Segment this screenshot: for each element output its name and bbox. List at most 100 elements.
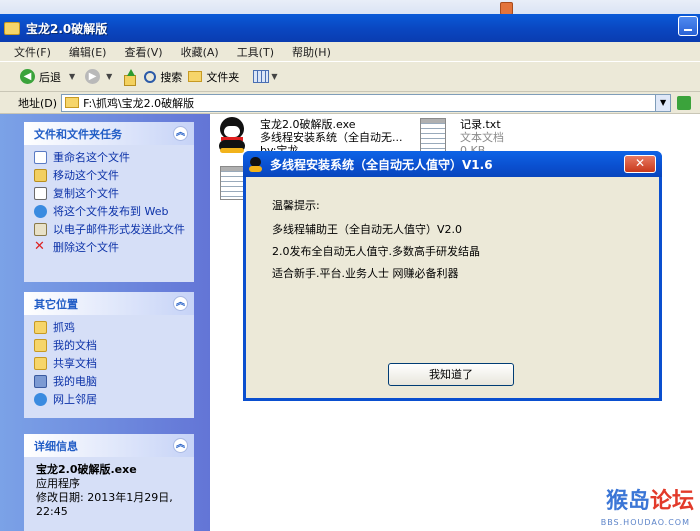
menu-edit[interactable]: 编辑(E) — [69, 44, 107, 60]
delete-icon: ✕ — [34, 239, 45, 254]
documents-icon — [34, 339, 47, 352]
detail-modified-time: 22:45 — [36, 505, 68, 518]
menu-bar: 文件(F) 编辑(E) 查看(V) 收藏(A) 工具(T) 帮助(H) — [0, 42, 700, 62]
dialog-title: 多线程安装系统（全自动无人值守）V1.6 — [270, 157, 493, 172]
qq-penguin-icon[interactable] — [216, 117, 248, 153]
task-label: 重命名这个文件 — [53, 151, 130, 164]
task-label: 以电子邮件形式发送此文件 — [53, 223, 185, 236]
rename-icon — [34, 151, 47, 164]
forward-dropdown-icon[interactable]: ▼ — [106, 72, 112, 81]
details-title: 详细信息 — [34, 439, 78, 453]
task-label: 移动这个文件 — [53, 169, 119, 182]
file-name: 宝龙2.0破解版.exe — [260, 118, 356, 131]
forward-button[interactable]: ▶ — [85, 69, 101, 84]
task-move[interactable]: 移动这个文件 — [34, 169, 186, 182]
file-tasks-title: 文件和文件夹任务 — [34, 127, 122, 141]
collapse-chevron-icon[interactable]: ︽ — [173, 438, 188, 453]
address-dropdown-icon[interactable]: ▼ — [655, 94, 671, 111]
task-label: 删除这个文件 — [53, 241, 119, 254]
folder-icon — [65, 97, 80, 108]
back-arrow-icon: ◀ — [20, 69, 35, 84]
go-button[interactable] — [677, 95, 692, 110]
ok-button[interactable]: 我知道了 — [388, 363, 514, 386]
place-parent-folder[interactable]: 抓鸡 — [34, 321, 186, 334]
place-network[interactable]: 网上邻居 — [34, 393, 186, 406]
folders-icon — [188, 71, 203, 82]
collapse-chevron-icon[interactable]: ︽ — [173, 296, 188, 311]
views-dropdown-icon[interactable]: ▼ — [271, 72, 277, 81]
dialog-title-bar[interactable]: 多线程安装系统（全自动无人值守）V1.6 — [243, 151, 662, 177]
globe-icon — [34, 205, 47, 218]
task-delete[interactable]: ✕ 删除这个文件 — [34, 239, 186, 254]
search-label: 搜索 — [160, 70, 183, 84]
other-places-title: 其它位置 — [34, 297, 78, 311]
computer-icon — [34, 375, 47, 388]
place-my-computer[interactable]: 我的电脑 — [34, 375, 186, 388]
file-tasks-panel: 文件和文件夹任务 ︽ 重命名这个文件 移动这个文件 复制这个文件 将这个文件发布… — [24, 122, 194, 282]
dialog-line-1: 多线程辅助王（全自动无人值守）V2.0 — [272, 223, 463, 236]
task-rename[interactable]: 重命名这个文件 — [34, 151, 186, 164]
other-places-header[interactable]: 其它位置 ︽ — [24, 292, 194, 315]
shared-folder-icon — [34, 357, 47, 370]
detail-modified: 修改日期: 2013年1月29日, — [36, 491, 173, 504]
dialog-close-button[interactable]: ✕ — [624, 155, 656, 173]
address-field[interactable]: F:\抓鸡\宝龙2.0破解版 ▼ — [61, 93, 672, 112]
window-title: 宝龙2.0破解版 — [26, 21, 108, 36]
file-description: 多线程安装系统（全自动无... — [260, 131, 403, 144]
watermark-text: 猴岛 — [605, 489, 650, 514]
task-copy[interactable]: 复制这个文件 — [34, 187, 186, 200]
dialog-heading: 温馨提示: — [272, 199, 320, 212]
dialog-body: 温馨提示: 多线程辅助王（全自动无人值守）V2.0 2.0发布全自动无人值守.多… — [246, 177, 659, 398]
menu-file[interactable]: 文件(F) — [14, 44, 51, 60]
back-button[interactable]: ◀ 后退 — [20, 69, 61, 85]
up-folder-icon[interactable] — [122, 68, 137, 86]
watermark-text: 论坛 — [649, 489, 694, 514]
place-label: 共享文档 — [53, 357, 97, 370]
address-label: 地址(D) — [18, 96, 58, 110]
address-bar: 地址(D) F:\抓鸡\宝龙2.0破解版 ▼ — [0, 92, 700, 114]
detail-file-type: 应用程序 — [36, 477, 80, 490]
place-my-documents[interactable]: 我的文档 — [34, 339, 186, 352]
menu-favorites[interactable]: 收藏(A) — [181, 44, 219, 60]
dialog-line-3: 适合新手.平台.业务人士 网赚必备利器 — [272, 267, 459, 280]
place-shared-documents[interactable]: 共享文档 — [34, 357, 186, 370]
details-panel: 详细信息 ︽ 宝龙2.0破解版.exe 应用程序 修改日期: 2013年1月29… — [24, 434, 194, 531]
toolbar: ◀ 后退 ▼ ▶ ▼ 搜索 文件夹 ▼ — [0, 62, 700, 92]
menu-help[interactable]: 帮助(H) — [292, 44, 331, 60]
detail-file-name: 宝龙2.0破解版.exe — [36, 463, 137, 476]
search-button[interactable]: 搜索 — [144, 69, 182, 85]
explorer-title-bar: 宝龙2.0破解版 — [0, 14, 700, 42]
place-label: 网上邻居 — [53, 393, 97, 406]
place-label: 我的文档 — [53, 339, 97, 352]
mail-icon — [34, 223, 47, 236]
search-icon — [144, 70, 157, 83]
copy-icon — [34, 187, 47, 200]
views-icon[interactable] — [253, 70, 270, 83]
network-icon — [34, 393, 47, 406]
details-header[interactable]: 详细信息 ︽ — [24, 434, 194, 457]
forum-watermark-logo: 猴岛论坛 — [606, 483, 694, 515]
task-email[interactable]: 以电子邮件形式发送此文件 — [34, 223, 186, 236]
file-tasks-header[interactable]: 文件和文件夹任务 ︽ — [24, 122, 194, 145]
collapse-chevron-icon[interactable]: ︽ — [173, 126, 188, 141]
text-file-icon[interactable] — [420, 118, 446, 152]
task-pane: 文件和文件夹任务 ︽ 重命名这个文件 移动这个文件 复制这个文件 将这个文件发布… — [0, 114, 210, 531]
dialog-line-2: 2.0发布全自动无人值守.多数高手研发结晶 — [272, 245, 480, 258]
back-dropdown-icon[interactable]: ▼ — [69, 72, 75, 81]
task-label: 将这个文件发布到 Web — [53, 205, 169, 218]
folder-icon — [34, 321, 47, 334]
move-icon — [34, 169, 47, 182]
menu-tools[interactable]: 工具(T) — [237, 44, 274, 60]
task-label: 复制这个文件 — [53, 187, 119, 200]
minimize-button[interactable] — [678, 16, 698, 36]
watermark-url: BBS.HOUDAO.COM — [600, 518, 690, 527]
file-type: 文本文档 — [460, 131, 504, 144]
address-path: F:\抓鸡\宝龙2.0破解版 — [83, 96, 195, 110]
place-label: 抓鸡 — [53, 321, 75, 334]
penguin-icon — [249, 156, 262, 172]
folders-button[interactable]: 文件夹 — [188, 69, 239, 85]
file-name: 记录.txt — [460, 118, 501, 131]
folder-icon — [4, 21, 20, 35]
task-publish-web[interactable]: 将这个文件发布到 Web — [34, 205, 186, 218]
menu-view[interactable]: 查看(V) — [124, 44, 162, 60]
